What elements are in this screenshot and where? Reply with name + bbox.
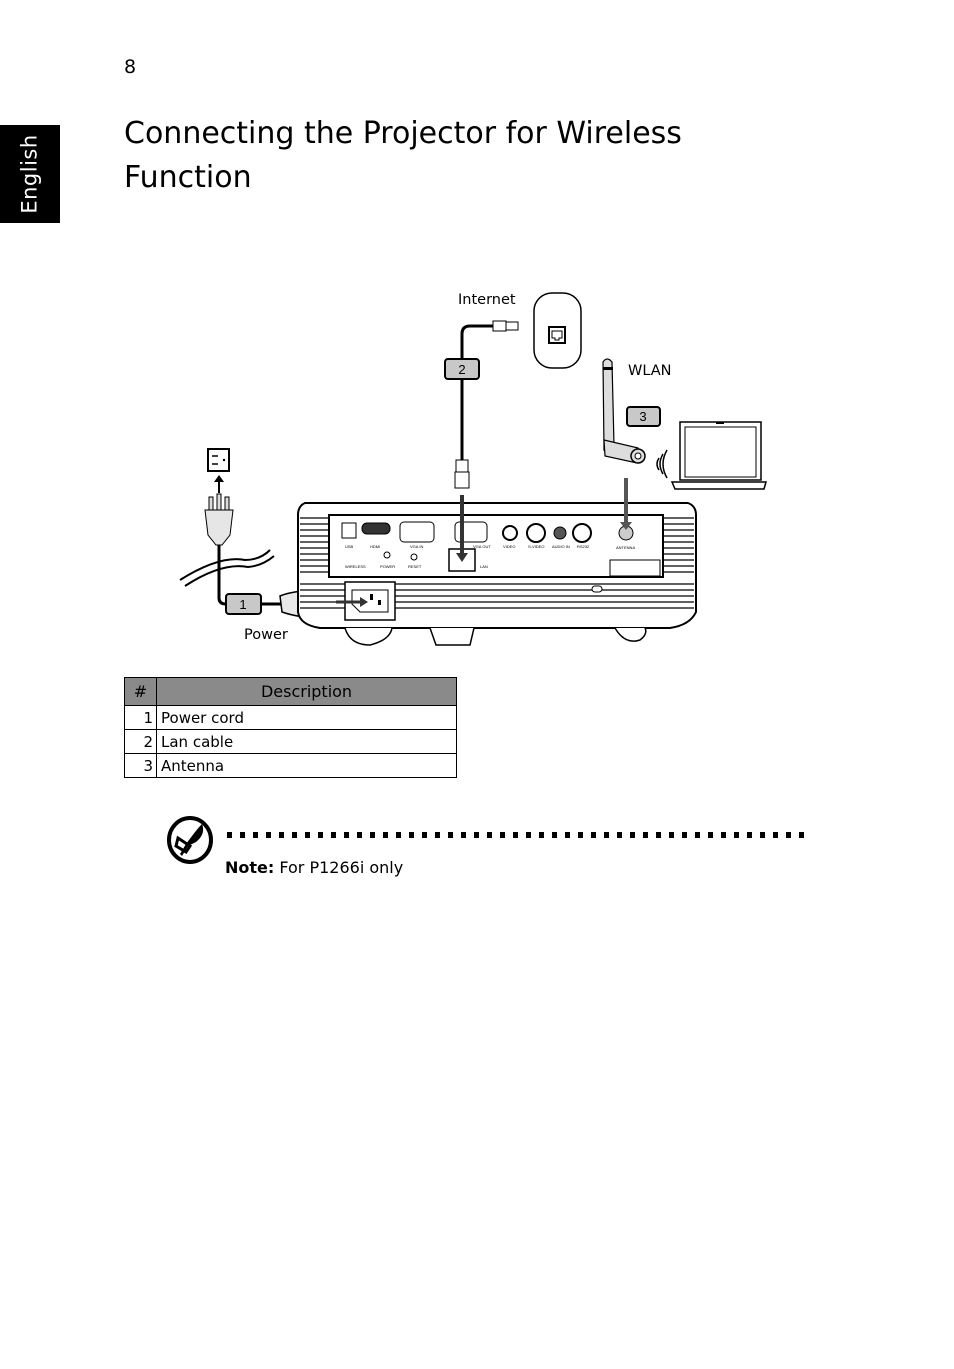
row-description: Lan cable — [156, 729, 457, 754]
table-row: 1 Power cord — [124, 705, 457, 730]
svg-text:VIDEO: VIDEO — [503, 544, 515, 549]
internet-label: Internet — [458, 292, 516, 308]
header-number: # — [124, 677, 157, 706]
header-description: Description — [156, 677, 457, 706]
wireless-waves-icon — [656, 449, 668, 479]
rj45-plug-icon — [492, 320, 507, 332]
svg-text:VGA IN: VGA IN — [410, 544, 423, 549]
arrow-up-icon — [214, 475, 224, 493]
callout-1-text: 1 — [239, 597, 246, 612]
callout-3-text: 3 — [639, 409, 646, 424]
connection-diagram: 1 USB HDMI VGA IN VGA OUT VIDEO S-VIDEO … — [0, 0, 954, 660]
svg-text:RESET: RESET — [408, 564, 422, 569]
table-row: 2 Lan cable — [124, 729, 457, 754]
row-description: Power cord — [156, 705, 457, 730]
wlan-label: WLAN — [628, 363, 672, 379]
svg-text:ANTENNA: ANTENNA — [616, 545, 635, 550]
vga-in-port-icon — [399, 521, 435, 543]
svg-text:USB: USB — [345, 544, 354, 549]
svg-text:RS232: RS232 — [577, 544, 590, 549]
wall-outlet-icon — [207, 448, 230, 472]
svg-text:AUDIO IN: AUDIO IN — [552, 544, 570, 549]
rs232-port-icon — [572, 523, 592, 543]
svg-text:POWER: POWER — [380, 564, 395, 569]
svg-text:HDMI: HDMI — [370, 544, 380, 549]
vga-out-port-icon — [454, 521, 488, 543]
hdmi-port-icon — [361, 522, 391, 535]
usb-port-icon — [341, 522, 357, 539]
table-row: 3 Antenna — [124, 753, 457, 778]
svg-text:LAN: LAN — [480, 564, 488, 569]
power-inlet-icon — [336, 581, 396, 621]
row-number: 2 — [124, 729, 157, 754]
note-label: Note: — [225, 858, 275, 877]
note-text: For P1266i only — [274, 858, 404, 877]
laptop-icon — [670, 421, 767, 490]
row-description: Antenna — [156, 753, 457, 778]
note-divider — [227, 832, 809, 838]
row-number: 1 — [124, 705, 157, 730]
note: Note: For P1266i only — [225, 858, 403, 877]
power-plug-icon — [204, 493, 234, 546]
svg-text:WIRELESS: WIRELESS — [345, 564, 366, 569]
description-table: # Description 1 Power cord 2 Lan cable 3… — [124, 677, 457, 778]
audio-in-port-icon — [553, 526, 567, 540]
diagram-svg: 1 USB HDMI VGA IN VGA OUT VIDEO S-VIDEO … — [179, 292, 767, 646]
table-header-row: # Description — [124, 677, 457, 706]
power-label: Power — [244, 627, 288, 643]
svg-text:S-VIDEO: S-VIDEO — [528, 544, 544, 549]
svideo-port-icon — [526, 523, 546, 543]
note-pen-icon — [167, 816, 213, 864]
row-number: 3 — [124, 753, 157, 778]
wall-jack-icon — [533, 292, 582, 369]
video-port-icon — [502, 525, 518, 541]
svg-text:VGA OUT: VGA OUT — [473, 544, 491, 549]
callout-2-text: 2 — [458, 362, 465, 377]
